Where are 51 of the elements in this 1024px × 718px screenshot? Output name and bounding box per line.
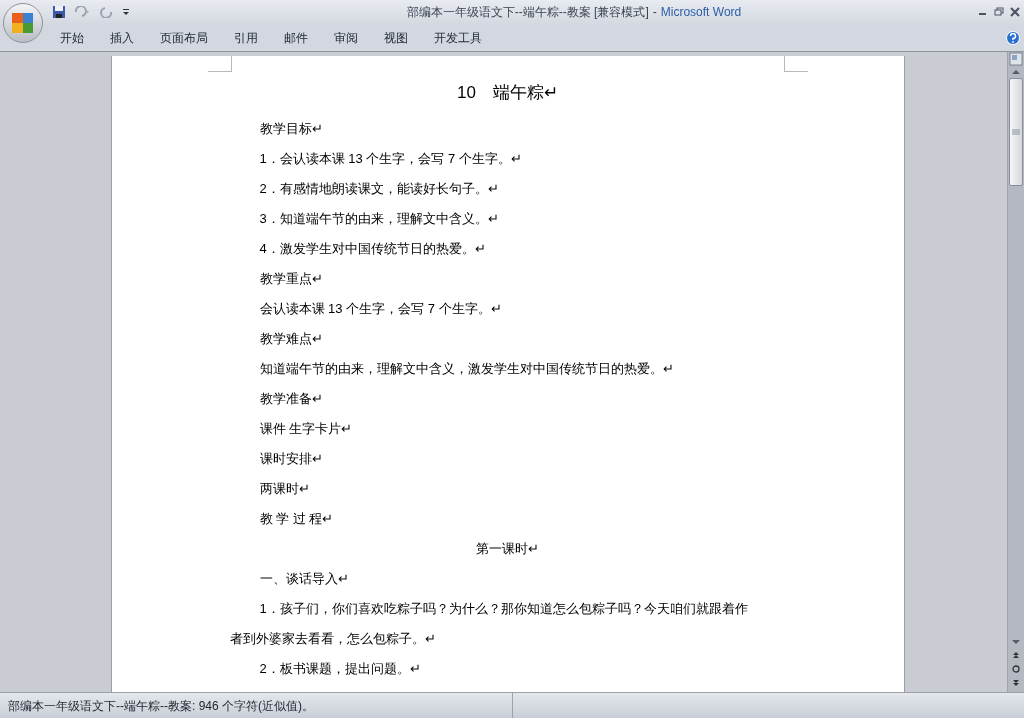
help-icon[interactable]	[1006, 30, 1020, 45]
app-name: Microsoft Word	[660, 4, 742, 21]
browse-object-icon[interactable]	[1011, 664, 1021, 674]
scroll-thumb[interactable]	[1009, 78, 1023, 186]
paragraph-text: 会认读本课 13 个生字，会写 7 个生字。↵	[259, 300, 502, 319]
paragraph-text: 第一课时↵	[476, 540, 539, 559]
restore-icon[interactable]	[994, 7, 1004, 17]
ribbon-tab[interactable]: 邮件	[272, 26, 320, 49]
ribbon-tab[interactable]: 开发工具	[422, 26, 494, 49]
document-heading: 10 端午粽↵	[457, 82, 558, 105]
margin-corner-mark	[207, 56, 232, 72]
paragraph-text: 两课时↵	[259, 480, 310, 499]
save-icon[interactable]	[52, 5, 66, 19]
office-logo-icon	[11, 11, 35, 35]
paragraph-text: 1．会认读本课 13 个生字，会写 7 个生字。↵	[259, 150, 522, 169]
window-title: 部编本一年级语文下--端午粽--教案 [兼容模式]	[406, 4, 649, 21]
vertical-scrollbar[interactable]	[1007, 52, 1024, 692]
ribbon-tab[interactable]: 插入	[98, 26, 146, 49]
ribbon-tab[interactable]: 审阅	[322, 26, 370, 49]
paragraph-text: 教 学 过 程↵	[259, 510, 334, 529]
next-page-icon[interactable]	[1011, 678, 1021, 688]
redo-icon[interactable]	[100, 6, 114, 18]
margin-corner-mark	[783, 56, 808, 72]
paragraph-text: 一、谈话导入↵	[259, 570, 349, 589]
customize-toolbar-icon[interactable]	[122, 8, 130, 16]
paragraph-text: 1．孩子们，你们喜欢吃粽子吗？为什么？那你知道怎么包粽子吗？今天咱们就跟着作	[259, 600, 748, 619]
paragraph-text: 课件 生字卡片↵	[259, 420, 353, 439]
paragraph-text: 教学目标↵	[259, 120, 323, 139]
office-button[interactable]	[3, 3, 43, 43]
paragraph-text: 者到外婆家去看看，怎么包粽子。↵	[229, 630, 436, 649]
paragraph-text: 4．激发学生对中国传统节日的热爱。↵	[259, 240, 486, 259]
paragraph-text: 教学准备↵	[259, 390, 323, 409]
scroll-up-icon[interactable]	[1011, 68, 1021, 76]
title-separator: -	[652, 4, 657, 21]
previous-page-icon[interactable]	[1011, 650, 1021, 660]
status-text: 部编本一年级语文下--端午粽--教案: 946 个字符(近似值)。	[7, 697, 315, 715]
ribbon-tab[interactable]: 页面布局	[148, 26, 220, 49]
close-icon[interactable]	[1010, 7, 1020, 17]
scroll-down-icon[interactable]	[1011, 638, 1021, 646]
ribbon-tab[interactable]: 开始	[48, 26, 96, 49]
paragraph-text: 2．板书课题，提出问题。↵	[259, 660, 421, 679]
paragraph-text: 知道端午节的由来，理解文中含义，激发学生对中国传统节日的热爱。↵	[259, 360, 674, 379]
undo-icon[interactable]	[74, 6, 92, 18]
ribbon-tab[interactable]: 视图	[372, 26, 420, 49]
split-icon[interactable]	[1009, 52, 1023, 66]
paragraph-text: 教学难点↵	[259, 330, 323, 349]
paragraph-text: 课时安排↵	[259, 450, 323, 469]
paragraph-text: 2．有感情地朗读课文，能读好长句子。↵	[259, 180, 499, 199]
paragraph-text: 3．知道端午节的由来，理解文中含义。↵	[259, 210, 499, 229]
paragraph-text: 教学重点↵	[259, 270, 323, 289]
ribbon-tab[interactable]: 引用	[222, 26, 270, 49]
